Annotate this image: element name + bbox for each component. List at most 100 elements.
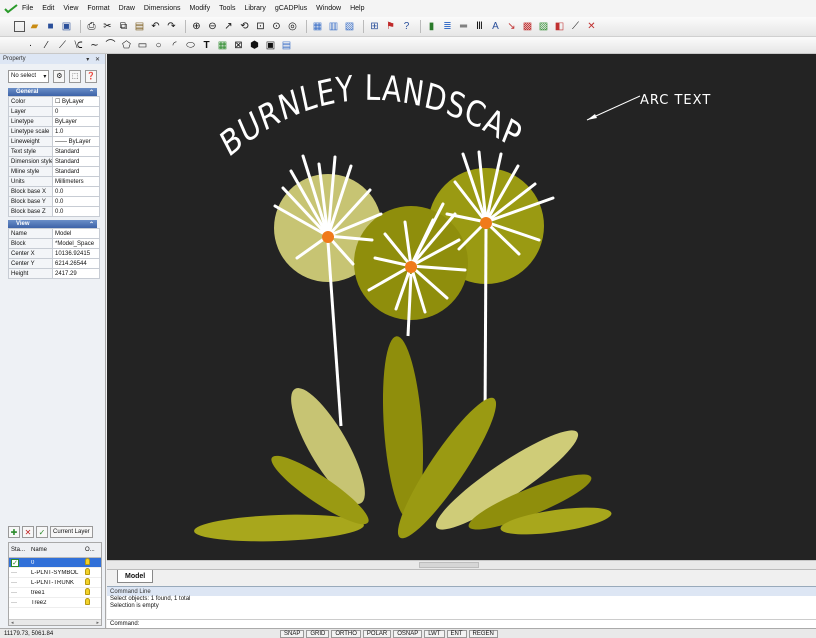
prop-value[interactable]: 6214.26544	[52, 258, 100, 269]
prop-row-base-x[interactable]: Block base X 0.0	[8, 186, 100, 197]
ellipse-icon[interactable]: ⬭	[184, 39, 197, 52]
mleader-icon[interactable]: ✕	[585, 20, 598, 33]
menu-format[interactable]: Format	[87, 5, 109, 12]
leaf-far-left[interactable]	[194, 512, 365, 544]
image-icon[interactable]: ◧	[553, 20, 566, 33]
polyline-icon[interactable]: ⟈	[72, 39, 85, 52]
undo-icon[interactable]: ↶	[149, 20, 162, 33]
viewport-join-icon[interactable]: ▧	[343, 20, 356, 33]
prop-row-center-y[interactable]: Center Y 6214.26544	[8, 258, 100, 269]
scroll-left-icon[interactable]: ◂	[11, 620, 14, 626]
lwt-toggle[interactable]: LWT	[424, 629, 445, 638]
prop-value[interactable]: Standard	[52, 146, 100, 157]
flag-icon[interactable]: ⚑	[384, 20, 397, 33]
menu-window[interactable]: Window	[316, 5, 341, 12]
new-layer-button[interactable]: ✚	[8, 526, 20, 538]
grid-toggle[interactable]: GRID	[306, 629, 330, 638]
quick-select-button[interactable]: ⚙	[53, 69, 66, 83]
flower-center-middle[interactable]	[405, 261, 417, 273]
help-icon[interactable]: ?	[400, 20, 413, 33]
prop-row-color[interactable]: Color ☐ ByLayer	[8, 96, 100, 107]
viewport-split-icon[interactable]: ▥	[327, 20, 340, 33]
tab-model[interactable]: Model	[117, 570, 154, 583]
menu-draw[interactable]: Draw	[119, 5, 135, 12]
prop-value[interactable]: *Model_Space	[52, 238, 100, 249]
current-layer-button[interactable]: Current Layer	[50, 526, 93, 538]
save-as-icon[interactable]: ▣	[60, 20, 73, 33]
prop-row-linetype-scale[interactable]: Linetype scale 1.0	[8, 126, 100, 137]
horizontal-scrollbar[interactable]	[107, 560, 816, 569]
print-icon[interactable]: ⎙	[85, 20, 98, 33]
zoom-all-icon[interactable]: ◎	[286, 20, 299, 33]
zoom-in-icon[interactable]: ⊕	[190, 20, 203, 33]
lineweight-icon[interactable]: Ⅲ	[473, 20, 486, 33]
menu-dimensions[interactable]: Dimensions	[144, 5, 181, 12]
prop-value[interactable]: Millimeters	[52, 176, 100, 187]
measure-icon[interactable]: ⟋	[569, 20, 582, 33]
rectangle-icon[interactable]: ▭	[136, 39, 149, 52]
image-insert-icon[interactable]: ▤	[280, 39, 293, 52]
table-insert-icon[interactable]: ▣	[264, 39, 277, 52]
layer-list-scrollbar[interactable]: ◂ ▸	[9, 619, 101, 625]
zoom-extents-icon[interactable]: ⊙	[270, 20, 283, 33]
prop-row-name[interactable]: Name Model	[8, 228, 100, 239]
style-icon[interactable]: A	[489, 20, 502, 33]
prop-row-lineweight[interactable]: Lineweight —— ByLayer	[8, 136, 100, 147]
prop-row-base-y[interactable]: Block base Y 0.0	[8, 196, 100, 207]
toggle-pickadd-button[interactable]: ❓	[85, 69, 98, 83]
prop-row-layer[interactable]: Layer 0	[8, 106, 100, 117]
hatch-icon[interactable]: ▦	[216, 39, 229, 52]
select-objects-button[interactable]: ⬚	[69, 69, 82, 83]
distance-icon[interactable]: ⊞	[368, 20, 381, 33]
column-name[interactable]: Name	[29, 547, 83, 553]
ortho-toggle[interactable]: ORTHO	[331, 629, 361, 638]
block-icon[interactable]: ▨	[537, 20, 550, 33]
region-icon[interactable]: ⬢	[248, 39, 261, 52]
layer-row-tree2[interactable]: — Tree2	[9, 598, 101, 608]
dimstyle-icon[interactable]: ↘	[505, 20, 518, 33]
layer-on-toggle[interactable]	[83, 598, 101, 607]
column-on[interactable]: O...	[83, 547, 101, 553]
layer-on-toggle[interactable]	[83, 558, 101, 567]
prop-row-units[interactable]: Units Millimeters	[8, 176, 100, 187]
menu-edit[interactable]: Edit	[42, 5, 54, 12]
prop-value[interactable]: Standard	[52, 166, 100, 177]
drawing-svg[interactable]: BURNLEY LANDSCAPERS ARC TEXT	[107, 54, 816, 560]
point-icon[interactable]: ·	[24, 39, 37, 52]
viewport-icon[interactable]: ▦	[311, 20, 324, 33]
annotation-text[interactable]: ARC TEXT	[640, 93, 711, 108]
prop-value[interactable]: 1.0	[52, 126, 100, 137]
prop-value[interactable]: Standard	[52, 156, 100, 167]
prop-value[interactable]: —— ByLayer	[52, 136, 100, 147]
arc-text[interactable]: BURNLEY LANDSCAPERS	[124, 54, 526, 165]
text-icon[interactable]: T	[200, 39, 213, 52]
menu-library[interactable]: Library	[244, 5, 265, 12]
menu-gcadplus[interactable]: gCADPlus	[275, 5, 307, 12]
layer-on-toggle[interactable]	[83, 588, 101, 597]
table-icon[interactable]: ▩	[521, 20, 534, 33]
prop-value[interactable]: ☐ ByLayer	[52, 96, 100, 107]
general-section-header[interactable]: General ⌃	[8, 88, 97, 96]
layer-icon[interactable]: ≣	[441, 20, 454, 33]
zoom-previous-icon[interactable]: ⟲	[238, 20, 251, 33]
spline-icon[interactable]: ∼	[88, 39, 101, 52]
prop-value[interactable]: ByLayer	[52, 116, 100, 127]
prop-row-linetype[interactable]: Linetype ByLayer	[8, 116, 100, 127]
paste-icon[interactable]: ▤	[133, 20, 146, 33]
prop-value[interactable]: 0.0	[52, 196, 100, 207]
prop-row-block[interactable]: Block *Model_Space	[8, 238, 100, 249]
open-folder-icon[interactable]: ▰	[28, 20, 41, 33]
prop-value[interactable]: 2417.29	[52, 268, 100, 279]
chart-icon[interactable]: ▮	[425, 20, 438, 33]
stem-right[interactable]	[483, 228, 488, 427]
view-section-header[interactable]: View ⌃	[8, 220, 97, 228]
ent-toggle[interactable]: ENT	[446, 629, 467, 638]
prop-value[interactable]: 0.0	[52, 206, 100, 217]
new-file-icon[interactable]	[14, 21, 25, 32]
layer-row-0[interactable]: ✓ 0	[9, 558, 101, 568]
copy-icon[interactable]: ⧉	[117, 20, 130, 33]
save-icon[interactable]: ■	[44, 20, 57, 33]
redo-icon[interactable]: ↷	[165, 20, 178, 33]
menu-modify[interactable]: Modify	[189, 5, 210, 12]
column-status[interactable]: Sta...	[9, 547, 29, 553]
